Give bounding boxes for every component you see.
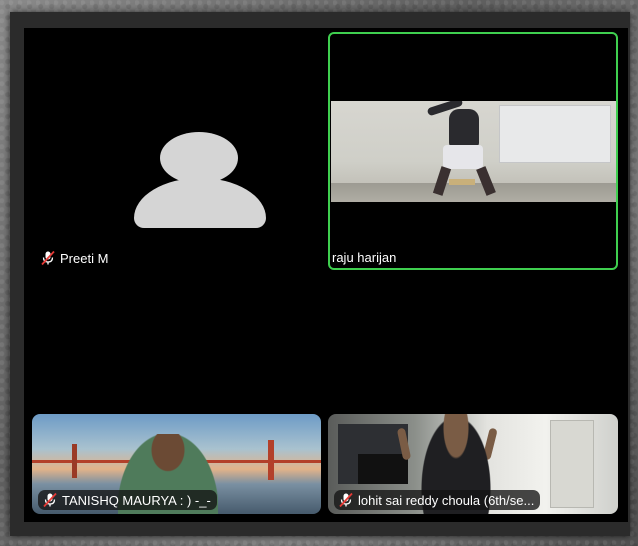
floor bbox=[331, 183, 616, 202]
avatar-head bbox=[160, 132, 238, 184]
stool bbox=[449, 179, 475, 185]
nametag-lohit: lohit sai reddy choula (6th/se... bbox=[334, 490, 541, 510]
video-feed-raju bbox=[331, 101, 616, 202]
nametag-tanishq: TANISHQ MAURYA : ) -_- bbox=[38, 490, 217, 510]
participant-name: lohit sai reddy choula (6th/se... bbox=[358, 492, 535, 508]
nametag-preeti: Preeti M bbox=[40, 250, 108, 266]
person-torso bbox=[449, 109, 479, 147]
participant-name: TANISHQ MAURYA : ) -_- bbox=[62, 492, 211, 508]
participant-name: Preeti M bbox=[60, 250, 109, 266]
nametag-raju: raju harijan bbox=[332, 250, 396, 265]
person-shorts bbox=[443, 145, 483, 169]
mic-off-icon bbox=[41, 250, 55, 266]
participant-name: raju harijan bbox=[332, 250, 397, 265]
bridge-tower bbox=[268, 440, 274, 480]
participant-tile-tanishq[interactable]: TANISHQ MAURYA : ) -_- bbox=[32, 414, 321, 514]
television bbox=[358, 454, 408, 484]
bridge-tower bbox=[72, 444, 77, 478]
mic-off-icon bbox=[43, 492, 57, 508]
participant-tile-lohit[interactable]: lohit sai reddy choula (6th/se... bbox=[328, 414, 618, 514]
whiteboard bbox=[499, 105, 611, 163]
avatar-body bbox=[134, 178, 266, 228]
participant-tile-preeti[interactable]: Preeti M bbox=[24, 28, 324, 272]
door bbox=[550, 420, 594, 508]
mic-off-icon bbox=[339, 492, 353, 508]
video-grid: Preeti M raju harijan TANISHQ MAURYA:)… bbox=[24, 28, 628, 522]
